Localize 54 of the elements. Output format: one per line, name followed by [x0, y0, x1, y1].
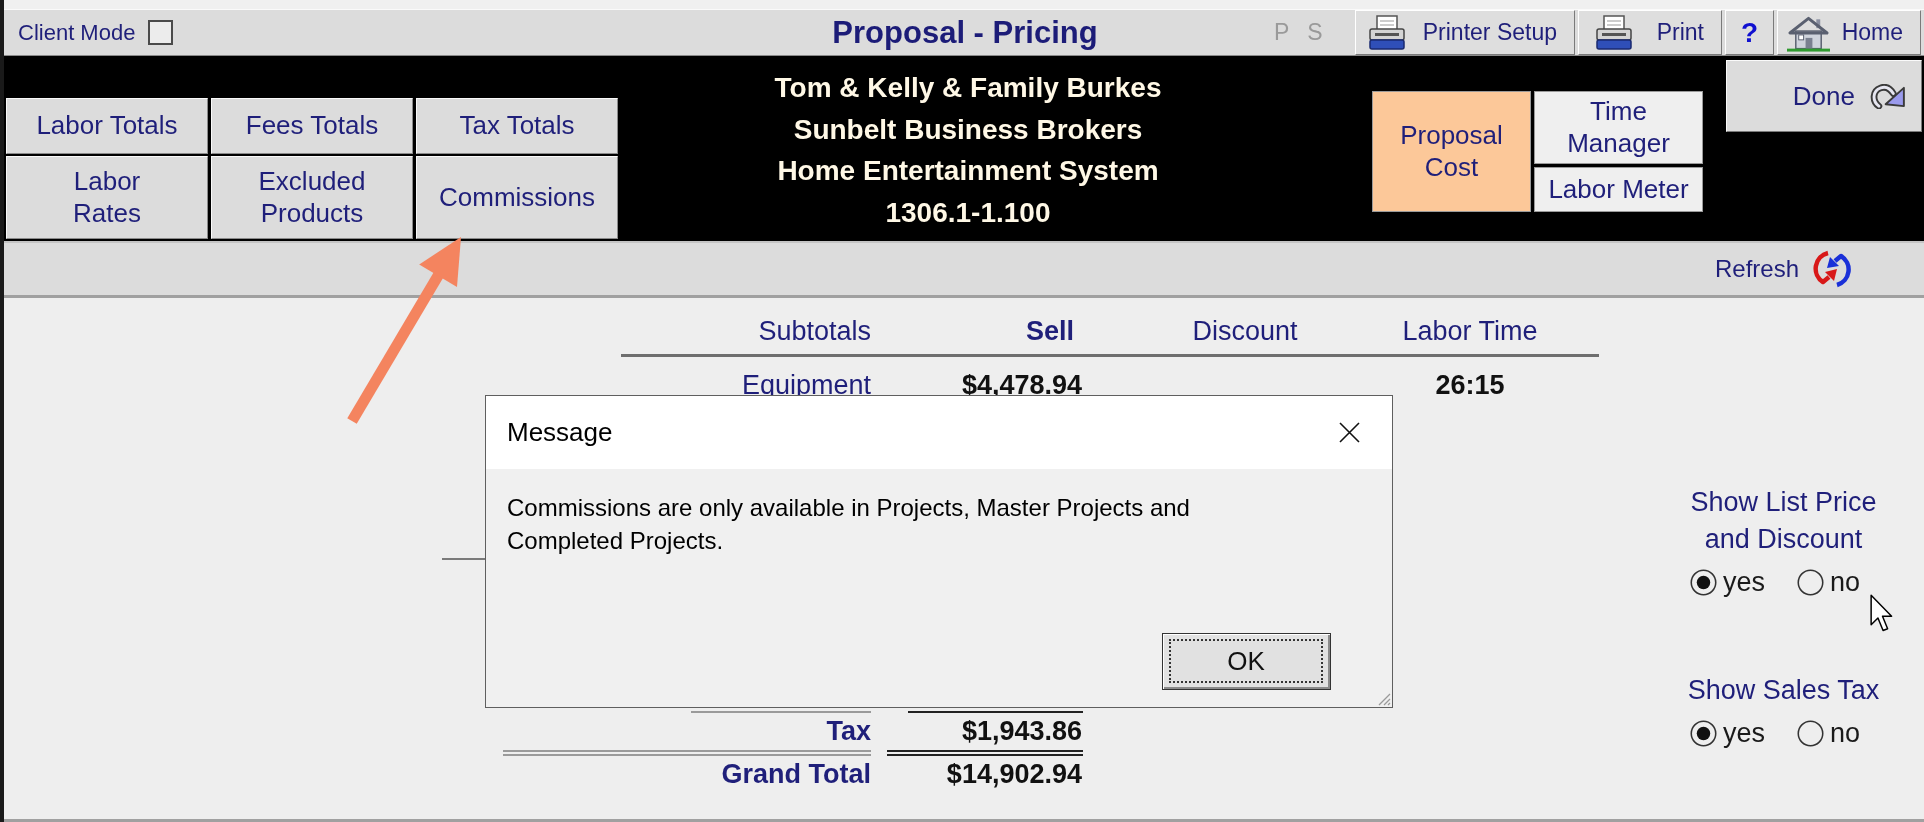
view-button[interactable]: Proposal Cost	[1372, 91, 1531, 212]
done-button[interactable]: Done	[1726, 60, 1922, 132]
client-mode-checkbox[interactable]	[148, 20, 174, 45]
printer-icon	[1367, 14, 1407, 51]
radio-option[interactable]: no	[1797, 566, 1861, 598]
close-icon[interactable]	[1339, 422, 1360, 443]
total-amount-cell-text: $1,943.86	[960, 716, 1083, 747]
printer-setup-button[interactable]: Printer Setup	[1355, 10, 1575, 55]
radio-option[interactable]: yes	[1690, 566, 1766, 598]
report-button[interactable]: Tax Totals	[416, 98, 618, 154]
report-button[interactable]: Commissions	[416, 156, 618, 239]
total-label: Grand Total	[720, 759, 871, 790]
refresh-button[interactable]: Refresh	[1714, 249, 1852, 289]
project-info-line: 1306.1-1.100	[884, 195, 1052, 230]
labor-time-cell-text: 26:15	[1434, 369, 1506, 401]
project-info-line: Tom & Kelly & Family Burkes	[773, 71, 1163, 105]
report-button[interactable]: Excluded Products	[211, 156, 413, 239]
column-header: Subtotals	[757, 315, 871, 347]
report-button[interactable]: Labor Totals	[6, 98, 208, 154]
curved-arrow-icon	[1870, 83, 1907, 109]
dialog-title: Message	[507, 417, 613, 448]
option-label: Show Sales Tax	[1686, 674, 1881, 707]
project-info-line: Sunbelt Business Brokers	[792, 112, 1144, 147]
page-title: Proposal - Pricing	[832, 14, 1098, 50]
dialog-message: Commissions are only available in Projects, Master Projects and Completed Projects.	[507, 493, 1191, 556]
print-button[interactable]: Print	[1578, 10, 1722, 55]
printer-icon	[1594, 14, 1634, 51]
help-button[interactable]: ?	[1725, 10, 1774, 55]
radio-icon[interactable]	[1690, 568, 1717, 596]
indicator-letter: S	[1307, 19, 1323, 46]
indicator-letter: P	[1274, 19, 1290, 46]
option-label: Show List Price and Discount	[1689, 486, 1878, 556]
row-label: Equipment	[740, 369, 871, 401]
column-header: Discount	[1191, 315, 1299, 347]
radio-icon[interactable]	[1797, 568, 1825, 596]
view-button[interactable]: Labor Meter	[1534, 167, 1703, 212]
radio-option[interactable]: no	[1797, 717, 1861, 749]
radio-icon[interactable]	[1797, 719, 1825, 747]
total-amount-cell-text: $14,902.94	[945, 759, 1083, 790]
radio-icon[interactable]	[1690, 719, 1717, 747]
view-button[interactable]: Time Manager	[1534, 91, 1703, 164]
amount-cell-text: $4,478.94	[960, 369, 1083, 401]
report-button[interactable]: Fees Totals	[211, 98, 413, 154]
total-label: Tax	[825, 716, 871, 747]
column-header: Sell	[1024, 315, 1075, 347]
home-button[interactable]: Home	[1777, 10, 1921, 55]
project-info-line: Home Entertainment System	[776, 154, 1160, 188]
ok-button[interactable]: OK	[1162, 633, 1331, 690]
refresh-icon	[1812, 249, 1852, 289]
client-mode-label: Client Mode	[18, 19, 136, 46]
column-header: Labor Time	[1401, 315, 1539, 347]
report-button[interactable]: Labor Rates	[6, 156, 208, 239]
radio-option[interactable]: yes	[1690, 717, 1766, 749]
mouse-pointer-icon	[1870, 594, 1895, 634]
